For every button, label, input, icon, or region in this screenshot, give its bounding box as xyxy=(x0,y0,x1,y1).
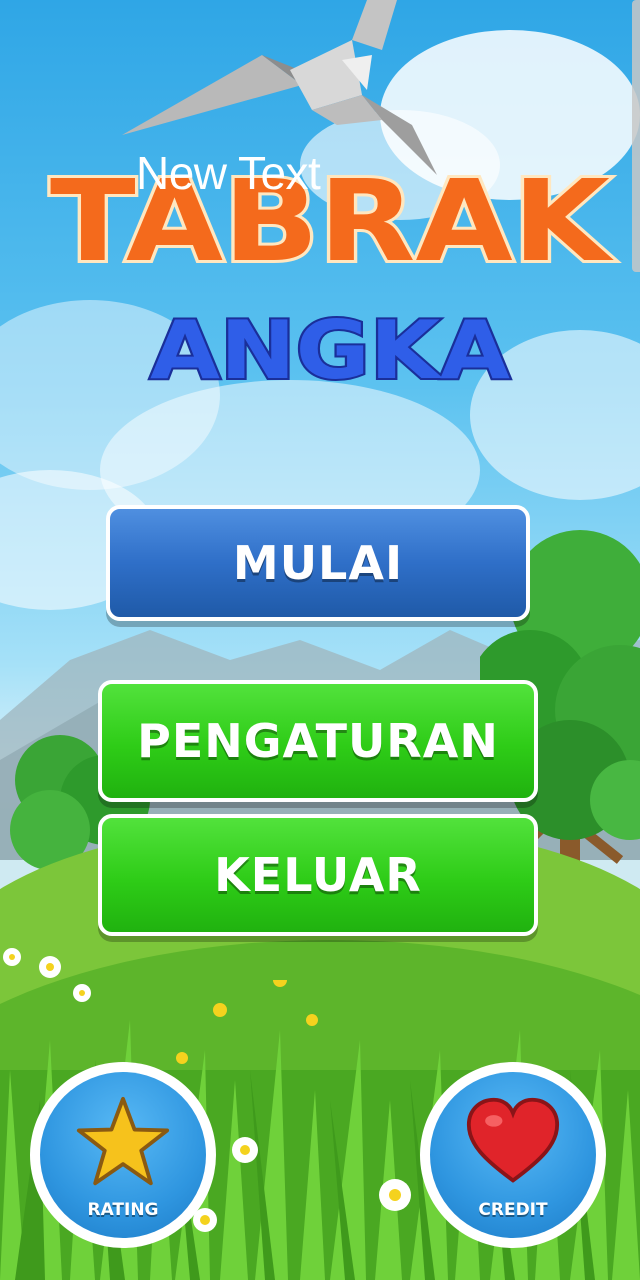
credit-label: CREDIT xyxy=(478,1200,548,1220)
daisy-cluster xyxy=(3,948,91,1002)
title-tabrak: TABRAK xyxy=(47,154,618,290)
credit-button[interactable]: CREDIT xyxy=(420,1062,606,1248)
title-line2: ANGKA xyxy=(150,304,510,397)
heart-icon xyxy=(466,1097,560,1183)
exit-button[interactable]: KELUAR xyxy=(98,814,538,936)
rating-label: RATING xyxy=(87,1200,159,1220)
star-icon xyxy=(76,1096,170,1186)
settings-button[interactable]: PENGATURAN xyxy=(98,680,538,802)
start-button[interactable]: MULAI xyxy=(106,505,530,621)
game-screen: TABRAK ANGKA New Text MULAI PENGATURAN K… xyxy=(0,0,640,1280)
credit-button-face: CREDIT xyxy=(430,1072,596,1238)
title-angka: ANGKA xyxy=(148,302,512,399)
edge-scroll-handle[interactable] xyxy=(632,0,640,272)
rating-button[interactable]: RATING xyxy=(30,1062,216,1248)
placeholder-text: New Text xyxy=(136,147,321,199)
title-line1: TABRAK xyxy=(50,157,615,287)
rating-button-face: RATING xyxy=(40,1072,206,1238)
